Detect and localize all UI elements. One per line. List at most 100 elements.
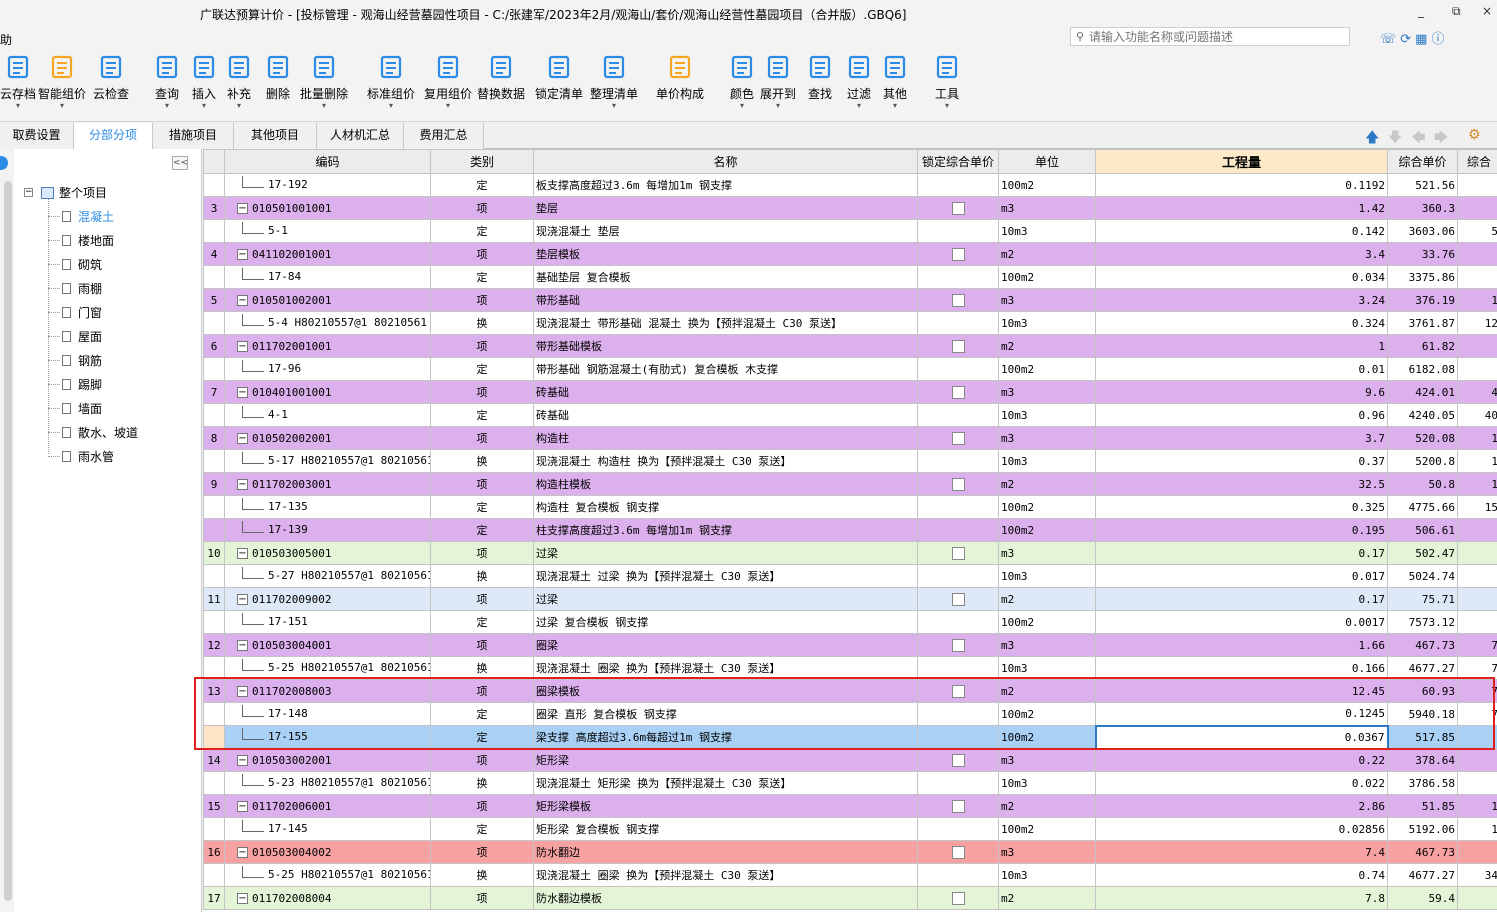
row-quantity[interactable]: 0.22 <box>1095 748 1388 772</box>
search-input[interactable] <box>1089 29 1339 44</box>
row-unit[interactable]: 10m3 <box>998 656 1096 680</box>
row-name[interactable]: 构造柱 复合模板 钢支撑 <box>533 495 918 519</box>
row-lock[interactable] <box>917 748 999 772</box>
row-quantity[interactable]: 0.02856 <box>1095 817 1388 841</box>
row-quantity[interactable]: 12.45 <box>1095 679 1388 703</box>
toolbar-button-2[interactable]: 云检查 <box>93 53 129 110</box>
table-row[interactable]: 17-151 定过梁 复合模板 钢支撑 100m2 0.0017 7573.12 <box>203 610 1497 634</box>
row-type[interactable]: 项 <box>430 587 534 611</box>
row-type[interactable]: 换 <box>430 656 534 680</box>
row-code-cell[interactable]: 17-155 <box>224 725 431 749</box>
table-row[interactable]: 5-4 H80210557@1 80210561 换现浇混凝土 带形基础 混凝土 … <box>203 311 1497 335</box>
table-row[interactable]: 17-84 定基础垫层 复合模板 100m2 0.034 3375.86 <box>203 265 1497 289</box>
collapse-row-icon[interactable]: − <box>237 755 248 766</box>
table-row[interactable]: 17-148 定圈梁 直形 复合模板 钢支撑 100m20.12455940.187 <box>203 702 1497 726</box>
row-unit[interactable]: m2 <box>998 472 1096 496</box>
table-row[interactable]: 16−010503004002 项防水翻边 m3 7.4 467.73 <box>203 840 1497 864</box>
row-unit[interactable]: 10m3 <box>998 863 1096 887</box>
row-code-cell[interactable]: −011702009002 <box>224 587 431 611</box>
row-quantity[interactable]: 0.324 <box>1095 311 1388 335</box>
lock-checkbox[interactable] <box>951 431 965 445</box>
row-type[interactable]: 定 <box>430 265 534 289</box>
tree-item[interactable]: 钢筋 <box>48 348 102 372</box>
row-unit[interactable]: 100m2 <box>998 518 1096 542</box>
row-quantity[interactable]: 9.6 <box>1095 380 1388 404</box>
row-code-cell[interactable]: 5-25 H80210557@1 80210561 <box>224 656 431 680</box>
row-type[interactable]: 定 <box>430 403 534 427</box>
row-quantity[interactable]: 2.86 <box>1095 794 1388 818</box>
row-unit[interactable]: m3 <box>998 748 1096 772</box>
move-down-icon[interactable]: 🡇 <box>1388 127 1402 151</box>
row-type[interactable]: 项 <box>430 840 534 864</box>
row-lock[interactable] <box>917 219 999 243</box>
dropdown-arrow-icon[interactable]: ▾ <box>225 102 253 110</box>
move-up-icon[interactable]: 🡅 <box>1365 127 1379 151</box>
row-type[interactable]: 换 <box>430 449 534 473</box>
table-row[interactable]: 8−010502002001项构造柱m33.7520.081 <box>203 426 1497 450</box>
collapse-row-icon[interactable]: − <box>237 686 248 697</box>
lock-checkbox[interactable] <box>951 799 965 813</box>
row-lock[interactable] <box>917 633 999 657</box>
row-lock[interactable] <box>917 518 999 542</box>
collapse-row-icon[interactable]: − <box>237 847 248 858</box>
sidebar-scrollbar[interactable] <box>4 181 12 901</box>
row-lock[interactable] <box>917 886 999 910</box>
row-lock[interactable] <box>917 679 999 703</box>
table-row[interactable]: 17−011702008004 项防水翻边模板 m2 7.8 59.4 <box>203 886 1497 910</box>
dropdown-arrow-icon[interactable]: ▾ <box>760 102 796 110</box>
row-type[interactable]: 定 <box>430 610 534 634</box>
row-lock[interactable] <box>917 426 999 450</box>
row-name[interactable]: 圈梁 <box>533 633 918 657</box>
row-quantity[interactable]: 0.74 <box>1095 863 1388 887</box>
row-name[interactable]: 现浇混凝土 带形基础 混凝土 换为【预拌混凝土 C30 泵送】 <box>533 311 918 335</box>
row-name[interactable]: 垫层 <box>533 196 918 220</box>
table-row[interactable]: 17-96 定带形基础 钢筋混凝土(有肋式) 复合模板 木支撑 100m2 0.01 6… <box>203 357 1497 381</box>
dropdown-arrow-icon[interactable]: ▾ <box>590 102 638 110</box>
toolbar-button-18[interactable]: 其他 ▾ <box>881 53 909 110</box>
tree-item[interactable]: 屋面 <box>48 324 102 348</box>
row-quantity[interactable]: 0.034 <box>1095 265 1388 289</box>
tab-5[interactable]: 费用汇总 <box>404 123 484 149</box>
row-quantity[interactable]: 0.17 <box>1095 587 1388 611</box>
row-quantity[interactable]: 0.0367 <box>1094 724 1389 750</box>
tree-item[interactable]: 门窗 <box>48 300 102 324</box>
row-lock[interactable] <box>917 265 999 289</box>
row-unit[interactable]: m2 <box>998 679 1096 703</box>
dropdown-arrow-icon[interactable]: ▾ <box>0 102 36 110</box>
collapse-row-icon[interactable]: − <box>237 594 248 605</box>
row-lock[interactable] <box>917 541 999 565</box>
row-code-cell[interactable]: 17-148 <box>224 702 431 726</box>
tree-item[interactable]: 混凝土 <box>48 204 114 228</box>
row-lock[interactable] <box>917 656 999 680</box>
row-code-cell[interactable]: 5-1 <box>224 219 431 243</box>
collapse-row-icon[interactable]: − <box>237 548 248 559</box>
toolbar-button-17[interactable]: 过滤 ▾ <box>845 53 873 110</box>
table-row[interactable]: 17-139 定柱支撑高度超过3.6m 每增加1m 钢支撑 100m2 0.195 50… <box>203 518 1497 542</box>
row-quantity[interactable]: 1.42 <box>1095 196 1388 220</box>
row-name[interactable]: 构造柱模板 <box>533 472 918 496</box>
collapse-row-icon[interactable]: − <box>237 433 248 444</box>
row-lock[interactable] <box>917 196 999 220</box>
row-name[interactable]: 圈梁模板 <box>533 679 918 703</box>
table-row[interactable]: 12−010503004001项圈梁m31.66467.737 <box>203 633 1497 657</box>
row-quantity[interactable]: 0.17 <box>1095 541 1388 565</box>
tab-1[interactable]: 分部分项 <box>74 123 153 149</box>
row-code-cell[interactable]: −010503004002 <box>224 840 431 864</box>
row-code-cell[interactable]: 17-139 <box>224 518 431 542</box>
row-unit[interactable]: m3 <box>998 840 1096 864</box>
dropdown-arrow-icon[interactable]: ▾ <box>153 102 181 110</box>
row-quantity[interactable]: 0.022 <box>1095 771 1388 795</box>
row-type[interactable]: 定 <box>430 518 534 542</box>
collapse-row-icon[interactable]: − <box>237 203 248 214</box>
row-code-cell[interactable]: −010501002001 <box>224 288 431 312</box>
move-left-icon[interactable]: 🡄 <box>1411 127 1425 151</box>
row-code-cell[interactable]: −010401001001 <box>224 380 431 404</box>
row-code-cell[interactable]: −041102001001 <box>224 242 431 266</box>
tab-4[interactable]: 人材机汇总 <box>317 123 404 149</box>
row-quantity[interactable]: 0.0017 <box>1095 610 1388 634</box>
toolbar-button-13[interactable]: 单价构成 <box>656 53 704 110</box>
row-name[interactable]: 现浇混凝土 过梁 换为【预拌混凝土 C30 泵送】 <box>533 564 918 588</box>
row-quantity[interactable]: 7.4 <box>1095 840 1388 864</box>
dropdown-arrow-icon[interactable]: ▾ <box>933 102 961 110</box>
row-quantity[interactable]: 0.195 <box>1095 518 1388 542</box>
